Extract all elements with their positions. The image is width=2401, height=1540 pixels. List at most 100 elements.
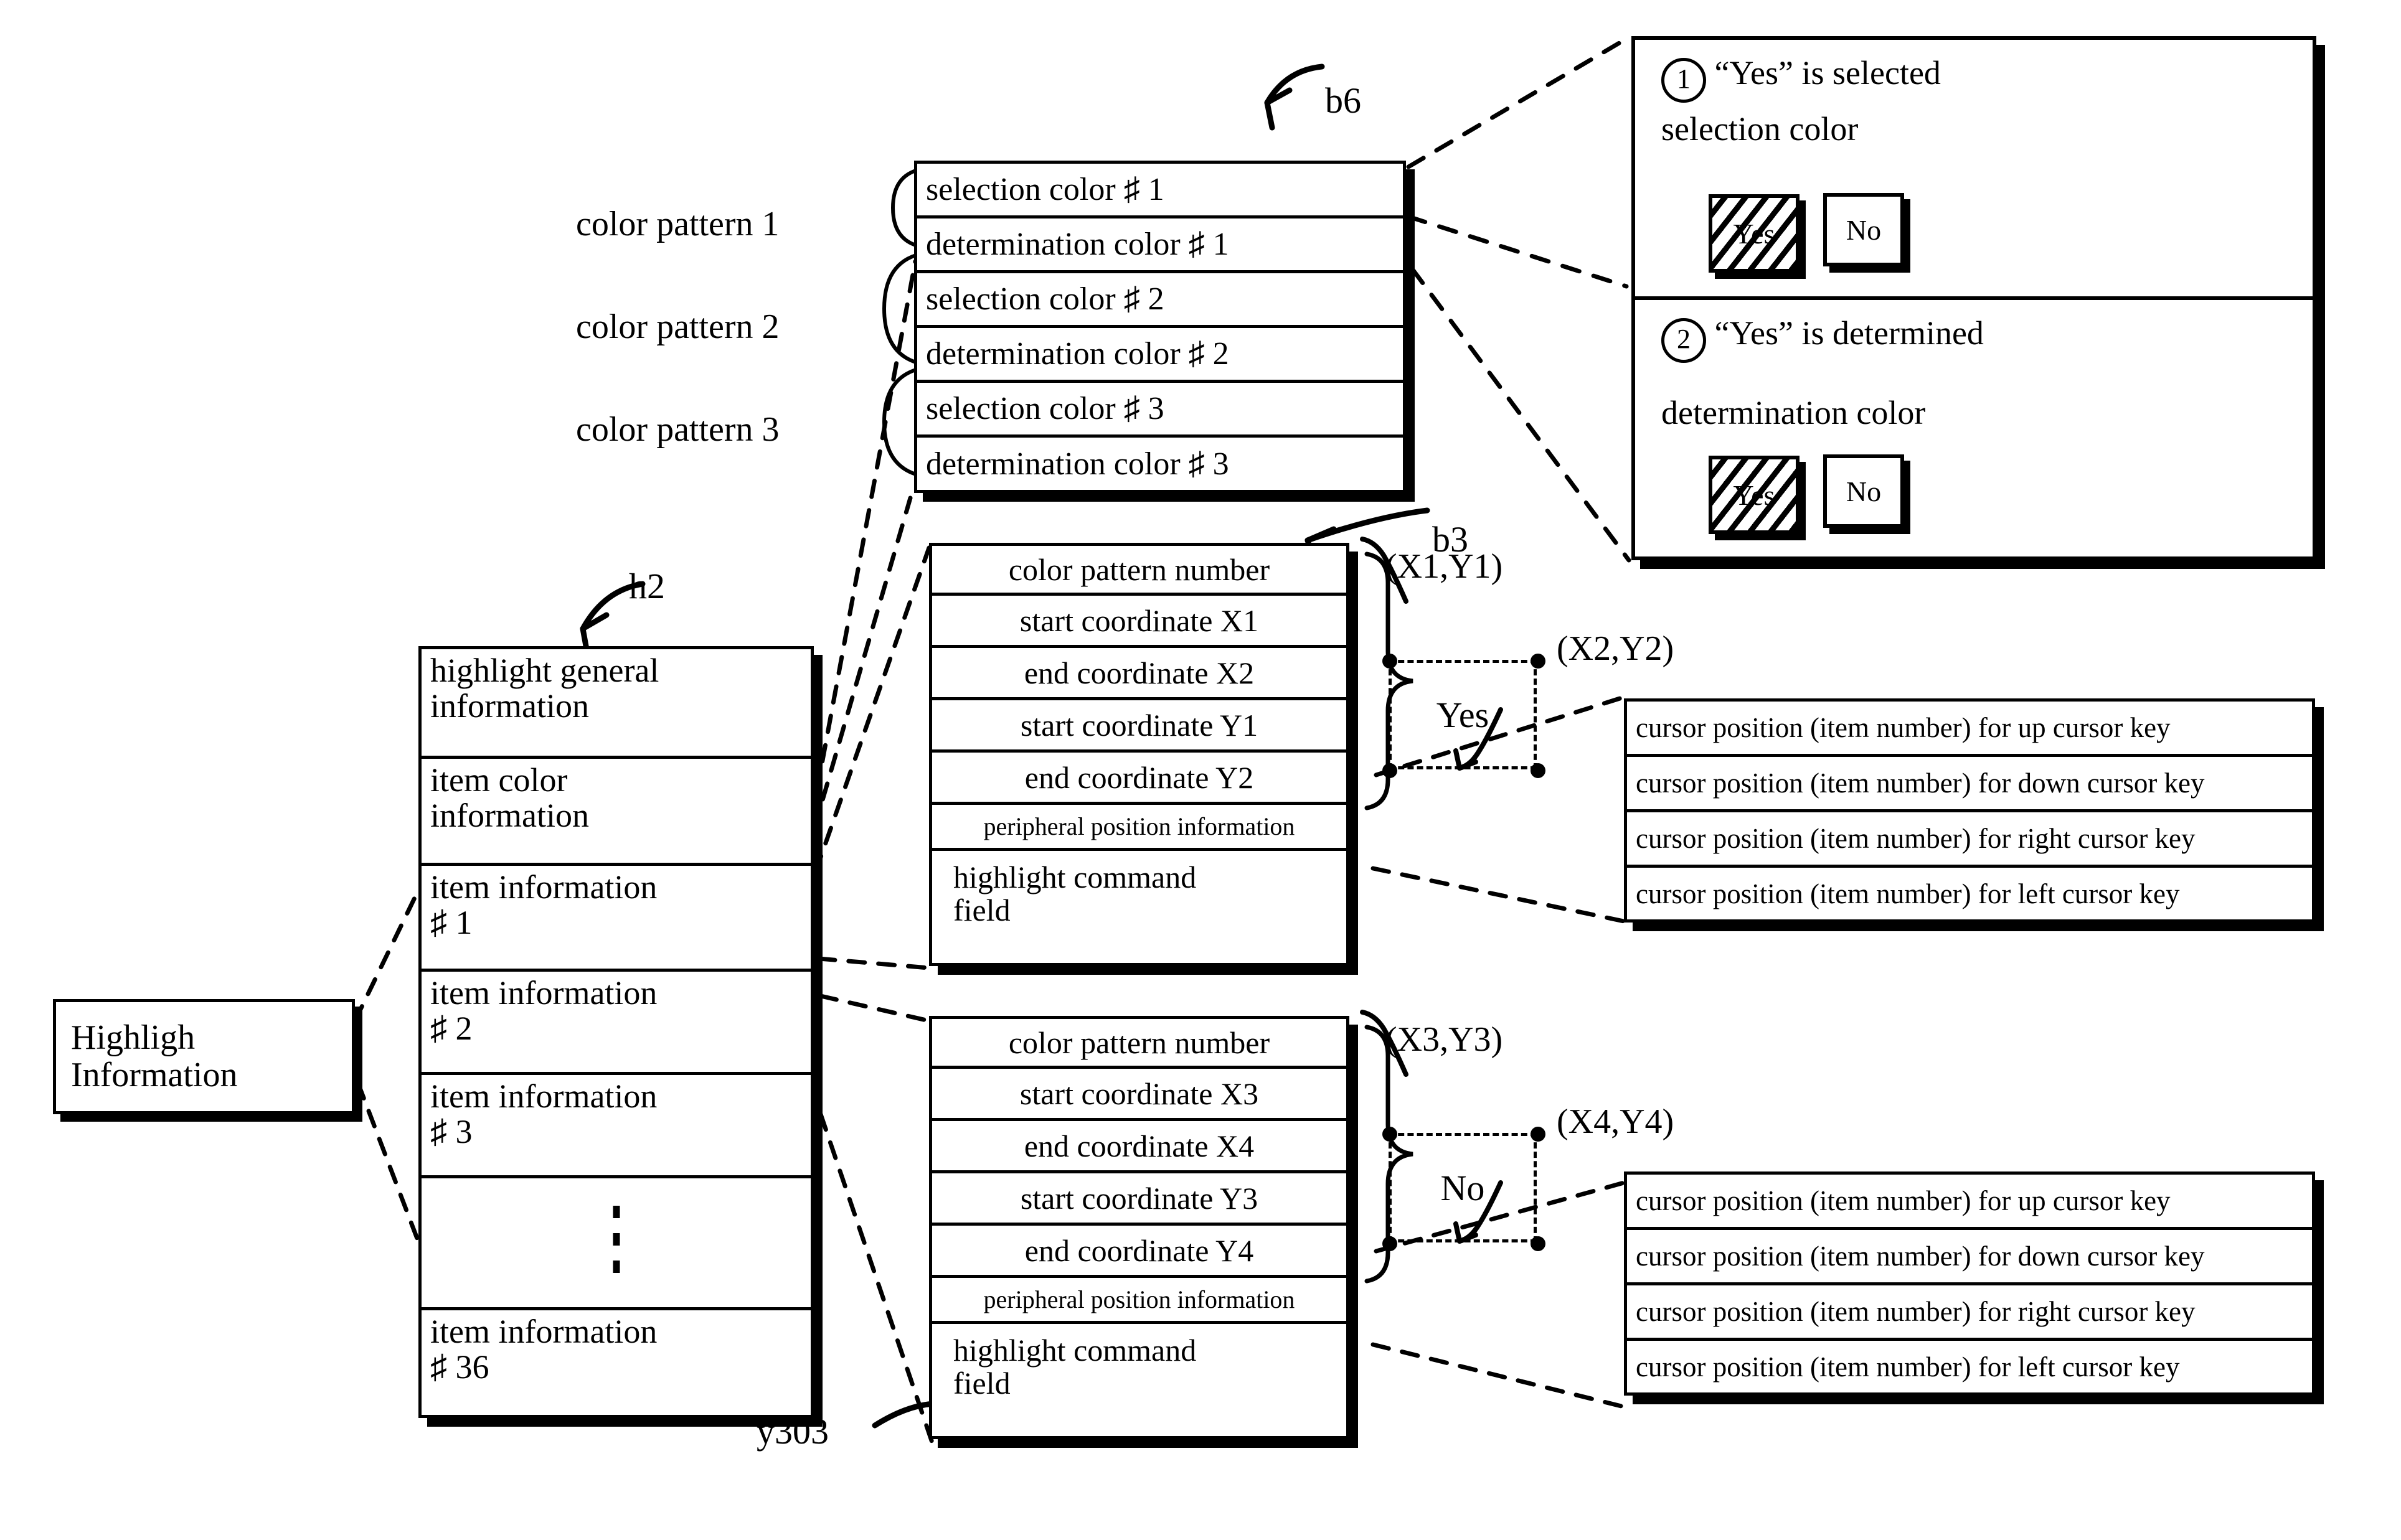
table-row: end coordinate Y4 (932, 1226, 1346, 1278)
selection-region-no-label: No (1440, 1167, 1485, 1208)
selection-region-yes-label: Yes (1436, 694, 1489, 735)
table-row-ellipsis (422, 1178, 811, 1310)
table-row: start coordinate X1 (932, 596, 1346, 648)
row-line1: item color (430, 761, 568, 799)
table-row: peripheral position information (932, 1278, 1346, 1324)
corner-dot (1382, 654, 1397, 669)
table-row: cursor position (item number) for up cur… (1627, 1175, 2312, 1230)
table-row: end coordinate Y2 (932, 753, 1346, 805)
corner-dot (1382, 1236, 1397, 1251)
corner-dot (1531, 763, 1545, 778)
table-row: cursor position (item number) for down c… (1627, 757, 2312, 812)
highlight-general-information-table-h2: highlight general information item color… (418, 646, 814, 1418)
table-row: end coordinate X2 (932, 648, 1346, 700)
row-line1: item information (430, 868, 658, 906)
ref-label-h2: h2 (629, 566, 665, 606)
color-pattern-label-2: color pattern 2 (576, 308, 780, 346)
table-row: item information ♯ 3 (422, 1075, 811, 1178)
corner-dot (1382, 1127, 1397, 1142)
cursor-position-table-bottom: cursor position (item number) for up cur… (1624, 1171, 2315, 1396)
table-row: item information ♯ 2 (422, 972, 811, 1075)
circled-number-1-icon: 1 (1661, 58, 1706, 103)
row-line2: field (953, 893, 1011, 927)
row-line2: field (953, 1366, 1011, 1401)
no-button-label: No (1846, 475, 1882, 507)
no-button-selection-color[interactable]: No (1823, 193, 1904, 266)
table-row: cursor position (item number) for left c… (1636, 1351, 2180, 1383)
corner-dot (1531, 1127, 1545, 1142)
diagram-canvas: b6 b3 h2 y303 color pattern 1 color patt… (0, 0, 2401, 1540)
coordinate-label-x4y4: (X4,Y4) (1557, 1102, 1674, 1141)
explanation-panel: 1 “Yes” is selected selection color Yes … (1631, 36, 2316, 560)
explanation-item-1: 1 “Yes” is selected selection color Yes … (1635, 40, 2313, 300)
coordinate-label-x3y3: (X3,Y3) (1385, 1020, 1503, 1059)
row-line2: information (430, 797, 589, 835)
table-row: determination color ♯ 2 (917, 328, 1403, 383)
cursor-position-table-top: cursor position (item number) for up cur… (1624, 698, 2315, 923)
table-row: selection color ♯ 1 (917, 164, 1403, 218)
explanation-item-2-heading: “Yes” is determined (1714, 314, 1984, 352)
table-row: cursor position (item number) for left c… (1636, 878, 2180, 909)
table-row: item information ♯ 1 (422, 866, 811, 972)
table-row: peripheral position information (932, 805, 1346, 851)
table-row: cursor position (item number) for down c… (1627, 1230, 2312, 1285)
circled-number-2-icon: 2 (1661, 318, 1706, 363)
color-pattern-label-3: color pattern 3 (576, 410, 780, 449)
row-line1: highlight command (953, 860, 1197, 894)
root-highlight-information-box: Highligh Information (53, 999, 355, 1114)
row-line1: item information (430, 974, 658, 1012)
row-line2: ♯ 2 (430, 1010, 473, 1048)
yes-button-label: Yes (1733, 217, 1775, 250)
row-line2: ♯ 3 (430, 1113, 473, 1151)
explanation-item-1-caption: selection color (1661, 110, 1859, 148)
table-row: item information ♯ 36 (422, 1310, 811, 1415)
table-row: color pattern number (932, 1019, 1346, 1069)
explanation-item-2: 2 “Yes” is determined determination colo… (1635, 300, 2313, 560)
color-pattern-table-b6: selection color ♯ 1 determination color … (914, 161, 1406, 493)
explanation-item-1-heading: “Yes” is selected (1714, 54, 1941, 92)
no-button-label: No (1846, 214, 1882, 246)
table-row: highlight general information (422, 649, 811, 759)
table-row: determination color ♯ 1 (917, 218, 1403, 273)
table-row: highlight command field (932, 1324, 1346, 1436)
yes-button-determination-color[interactable]: Yes (1709, 456, 1800, 534)
row-line2: ♯ 36 (430, 1348, 489, 1386)
corner-dot (1531, 1236, 1545, 1251)
selection-region-yes: Yes (1389, 660, 1537, 769)
vertical-ellipsis-icon (613, 1206, 620, 1283)
table-row: determination color ♯ 3 (926, 446, 1229, 482)
table-row: item color information (422, 759, 811, 866)
table-row: start coordinate Y3 (932, 1173, 1346, 1226)
item-information-detail-table-b3-bottom: color pattern number start coordinate X3… (929, 1016, 1349, 1439)
row-line1: highlight general (430, 652, 659, 689)
table-row: color pattern number (932, 546, 1346, 596)
table-row: start coordinate X3 (932, 1069, 1346, 1121)
row-line1: highlight command (953, 1333, 1197, 1368)
coordinate-label-x2y2: (X2,Y2) (1557, 629, 1674, 668)
row-line1: item information (430, 1078, 658, 1115)
coordinate-label-x1y1: (X1,Y1) (1385, 547, 1503, 586)
table-row: selection color ♯ 3 (917, 383, 1403, 438)
row-line2: ♯ 1 (430, 904, 473, 942)
table-row: start coordinate Y1 (932, 700, 1346, 753)
root-box-line2: Information (71, 1055, 238, 1094)
yes-button-label: Yes (1733, 479, 1775, 511)
selection-region-no: No (1389, 1133, 1537, 1242)
table-row: cursor position (item number) for up cur… (1627, 702, 2312, 757)
corner-dot (1382, 763, 1397, 778)
table-row: cursor position (item number) for right … (1627, 812, 2312, 868)
color-pattern-label-1: color pattern 1 (576, 205, 780, 243)
table-row: highlight command field (932, 851, 1346, 963)
explanation-item-2-caption: determination color (1661, 394, 1926, 431)
row-line2: information (430, 687, 589, 725)
no-button-determination-color[interactable]: No (1823, 454, 1904, 528)
table-row: end coordinate X4 (932, 1121, 1346, 1173)
root-box-line1: Highligh (71, 1018, 196, 1058)
row-line1: item information (430, 1313, 658, 1350)
table-row: selection color ♯ 2 (917, 273, 1403, 328)
yes-button-selection-color[interactable]: Yes (1709, 194, 1800, 273)
item-information-detail-table-b3-top: color pattern number start coordinate X1… (929, 543, 1349, 966)
table-row: cursor position (item number) for right … (1627, 1285, 2312, 1341)
corner-dot (1531, 654, 1545, 669)
ref-label-b6: b6 (1325, 80, 1361, 121)
